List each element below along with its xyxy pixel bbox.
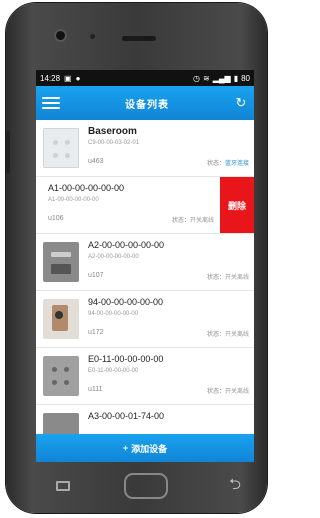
status-value: 开关离线 [224,389,249,395]
status-label: 状态： [206,389,225,395]
device-name: A2-00-00-00-00-00 [88,240,165,250]
device-thumbnail [43,356,79,396]
status-value: 开关离线 [189,218,214,224]
hardware-menu-button[interactable] [56,481,70,491]
hardware-home-button[interactable] [124,473,168,499]
add-device-button[interactable]: + 添加设备 [36,434,254,462]
plus-icon: + [122,443,129,453]
device-uid: u172 [88,329,104,336]
phone-frame: 14:28 ▣ ● ◷ ≋ ▂▄▆ ▮ 80 设备列表 ↻ Baseroom C… [6,3,267,513]
status-value: 开关离线 [224,275,249,281]
device-thumbnail [43,128,79,168]
device-mac: A2-00-00-00-00-00 [88,254,139,260]
device-status: 状态：蓝牙连接 [207,158,249,167]
menu-icon[interactable] [42,97,60,109]
earpiece-speaker [122,36,156,41]
device-name: E0-11-00-00-00-00 [88,354,164,364]
app-screen: 14:28 ▣ ● ◷ ≋ ▂▄▆ ▮ 80 设备列表 ↻ Baseroom C… [36,70,254,462]
device-status: 状态：开关离线 [172,215,214,224]
device-thumbnail [43,242,79,282]
device-uid: u111 [88,386,103,393]
device-status: 状态：开关离线 [207,272,249,281]
status-label: 状态： [206,161,225,167]
page-title: 设备列表 [125,99,169,111]
delete-button[interactable]: 删除 [220,177,254,233]
wifi-icon: ≋ [203,73,210,83]
device-thumbnail [43,299,79,339]
hardware-back-button[interactable]: ⮌ [226,477,244,493]
status-label: 状态： [206,332,225,338]
side-button[interactable] [6,131,10,173]
status-value: 开关离线 [224,332,249,338]
device-mac: 94-00-00-00-00-00 [88,311,139,317]
device-row[interactable]: E0-11-00-00-00-00 E0-11-00-00-00-00 u111… [36,348,254,405]
front-camera [56,31,65,40]
device-row[interactable]: A1-00-00-00-00-00 A1-00-00-00-00-00 u106… [36,177,254,234]
device-list: Baseroom C9-00-00-03-02-01 u463 状态：蓝牙连接 … [36,120,254,434]
device-mac: C9-00-00-03-02-01 [88,140,140,146]
device-row[interactable]: 94-00-00-00-00-00 94-00-00-00-00-00 u172… [36,291,254,348]
status-value: 蓝牙连接 [224,161,249,167]
device-mac: E0-11-00-00-00-00 [88,368,139,374]
alarm-icon: ◷ [193,73,200,83]
proximity-sensor [90,34,95,39]
status-bar: 14:28 ▣ ● ◷ ≋ ▂▄▆ ▮ 80 [36,70,254,86]
battery-icon: ▮ [233,73,239,83]
device-uid: u463 [88,158,104,165]
header-bar: 设备列表 ↻ [36,86,254,120]
notification-icon: ● [75,73,81,83]
device-uid: u107 [88,272,104,279]
refresh-icon[interactable]: ↻ [234,96,248,110]
battery-level: 80 [241,73,250,83]
status-label: 状态： [171,218,190,224]
device-row[interactable]: A2-00-00-00-00-00 A2-00-00-00-00-00 u107… [36,234,254,291]
device-status: 状态：开关离线 [207,386,249,395]
device-name: Baseroom [88,126,137,137]
device-thumbnail [43,413,79,434]
device-mac: A1-00-00-00-00-00 [48,197,99,203]
device-row[interactable]: A3-00-00-01-74-00 [36,405,254,434]
add-device-label: 添加设备 [131,443,168,454]
device-name: A1-00-00-00-00-00 [48,183,125,193]
device-name: A3-00-00-01-74-00 [88,411,165,421]
device-row[interactable]: Baseroom C9-00-00-03-02-01 u463 状态：蓝牙连接 [36,120,254,177]
device-uid: u106 [48,215,64,222]
device-status: 状态：开关离线 [207,329,249,338]
gallery-icon: ▣ [64,73,72,83]
signal-icon: ▂▄▆ [212,73,231,83]
status-label: 状态： [206,275,225,281]
device-name: 94-00-00-00-00-00 [88,297,164,307]
status-time: 14:28 [40,73,61,83]
